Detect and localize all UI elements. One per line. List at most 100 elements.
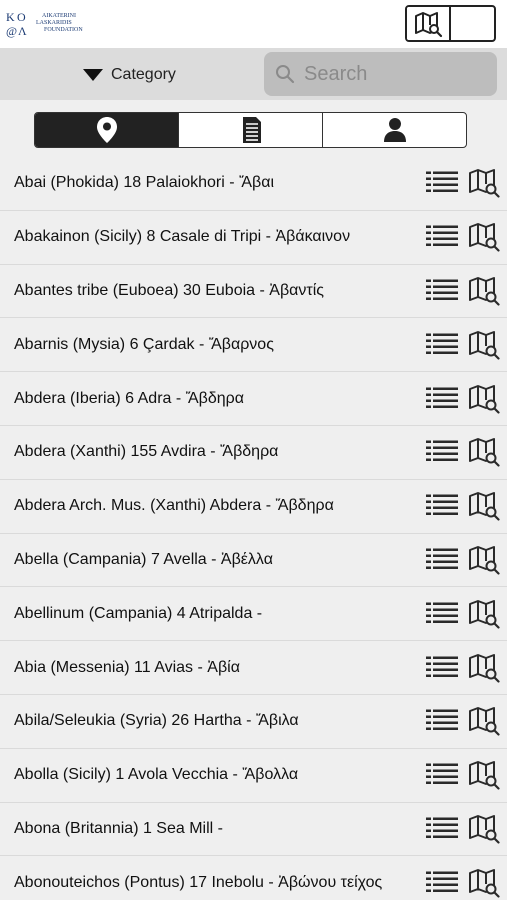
place-label: Abantes tribe (Euboea) 30 Euboia - Ἀβαντ…	[14, 281, 324, 299]
place-row[interactable]: Abonouteichos (Pontus) 17 Inebolu - Ἀβών…	[0, 856, 507, 900]
place-label: Abdera (Iberia) 6 Adra - Ἄβδηρα	[14, 389, 245, 407]
details-button[interactable]	[425, 437, 459, 467]
map-search-icon	[469, 492, 500, 521]
search-input[interactable]	[304, 62, 484, 86]
place-label: Abila/Seleukia (Syria) 26 Hartha - Ἄβιλα	[14, 712, 299, 730]
place-row[interactable]: Abona (Britannia) 1 Sea Mill -	[0, 802, 507, 857]
svg-text:LASKARIDIS: LASKARIDIS	[36, 20, 72, 26]
details-button[interactable]	[425, 330, 459, 360]
map-button[interactable]	[467, 168, 501, 198]
place-label: Abona (Britannia) 1 Sea Mill -	[14, 819, 223, 837]
map-button[interactable]	[467, 706, 501, 736]
map-view-button[interactable]	[407, 7, 451, 40]
details-button[interactable]	[425, 384, 459, 414]
map-search-icon	[469, 384, 500, 414]
map-button[interactable]	[467, 814, 501, 844]
tab-places[interactable]	[35, 113, 179, 147]
place-label: Abakainon (Sicily) 8 Casale di Tripi - Ἀ…	[14, 228, 351, 246]
details-button[interactable]	[425, 599, 459, 629]
details-button[interactable]	[425, 760, 459, 790]
details-button[interactable]	[425, 814, 459, 844]
map-button[interactable]	[467, 276, 501, 306]
place-row[interactable]: Abella (Campania) 7 Avella - Ἀβέλλα	[0, 533, 507, 588]
location-pin-icon	[96, 117, 117, 143]
place-row[interactable]: Abellinum (Campania) 4 Atripalda -	[0, 587, 507, 642]
tab-documents[interactable]	[179, 113, 323, 147]
search-box[interactable]	[264, 52, 497, 96]
place-row[interactable]: Abakainon (Sicily) 8 Casale di Tripi - Ἀ…	[0, 210, 507, 265]
list-icon	[426, 763, 458, 785]
map-button[interactable]	[467, 868, 501, 898]
list-icon	[426, 709, 458, 731]
category-label: Category	[111, 66, 176, 83]
place-label: Abia (Messenia) 11 Avias - Ἀβία	[14, 658, 240, 676]
svg-text:Λ: Λ	[18, 24, 27, 38]
list-icon	[426, 171, 458, 193]
place-row[interactable]: Abila/Seleukia (Syria) 26 Hartha - Ἄβιλα	[0, 694, 507, 749]
list-icon	[426, 440, 458, 462]
view-toggle	[405, 5, 496, 42]
places-list: Abai (Phokida) 18 Palaiokhori - Ἄβαι Aba…	[0, 157, 507, 900]
place-row[interactable]: Abdera Arch. Mus. (Xanthi) Abdera - Ἄβδη…	[0, 479, 507, 534]
list-icon	[426, 871, 458, 892]
details-button[interactable]	[425, 868, 459, 898]
list-icon	[426, 602, 458, 623]
map-button[interactable]	[467, 222, 501, 252]
map-search-icon	[469, 223, 500, 252]
map-search-icon	[469, 330, 500, 360]
place-row[interactable]: Abdera (Xanthi) 155 Avdira - Ἄβδηρα	[0, 425, 507, 480]
svg-text:Ο: Ο	[17, 10, 26, 24]
svg-text:AIKATERINI: AIKATERINI	[42, 13, 76, 19]
category-dropdown[interactable]: Category	[83, 64, 176, 86]
details-button[interactable]	[425, 491, 459, 521]
map-search-icon	[469, 545, 500, 575]
place-row[interactable]: Abdera (Iberia) 6 Adra - Ἄβδηρα	[0, 372, 507, 426]
details-button[interactable]	[425, 276, 459, 306]
svg-text:@: @	[6, 24, 17, 38]
place-label: Abellinum (Campania) 4 Atripalda -	[14, 604, 263, 622]
document-icon	[242, 117, 261, 143]
place-row[interactable]: Abolla (Sicily) 1 Avola Vecchia - Ἄβολλα	[0, 748, 507, 803]
place-label: Abarnis (Mysia) 6 Çardak - Ἄβαρνος	[14, 335, 274, 353]
map-search-icon	[469, 707, 500, 736]
list-icon	[426, 387, 458, 408]
app-header: Κ Ο @ Λ AIKATERINI LASKARIDIS FOUNDATION	[0, 0, 507, 48]
place-label: Abella (Campania) 7 Avella - Ἀβέλλα	[14, 550, 273, 568]
place-row[interactable]: Abarnis (Mysia) 6 Çardak - Ἄβαρνος	[0, 318, 507, 373]
svg-text:Κ: Κ	[6, 10, 15, 24]
place-row[interactable]: Abia (Messenia) 11 Avias - Ἀβία	[0, 641, 507, 695]
place-row[interactable]: Abantes tribe (Euboea) 30 Euboia - Ἀβαντ…	[0, 264, 507, 319]
details-button[interactable]	[425, 706, 459, 736]
map-button[interactable]	[467, 330, 501, 360]
map-button[interactable]	[467, 760, 501, 790]
map-search-icon	[469, 868, 500, 898]
map-button[interactable]	[467, 491, 501, 521]
tab-people[interactable]	[323, 113, 466, 147]
place-row[interactable]: Abai (Phokida) 18 Palaiokhori - Ἄβαι	[0, 157, 507, 211]
place-label: Abai (Phokida) 18 Palaiokhori - Ἄβαι	[14, 174, 275, 192]
details-button[interactable]	[425, 222, 459, 252]
list-icon	[426, 548, 458, 569]
place-label: Abdera (Xanthi) 155 Avdira - Ἄβδηρα	[14, 443, 279, 461]
map-search-icon	[469, 599, 500, 629]
map-button[interactable]	[467, 653, 501, 683]
map-search-icon	[469, 169, 500, 198]
place-label: Abonouteichos (Pontus) 17 Inebolu - Ἀβών…	[14, 873, 383, 891]
map-button[interactable]	[467, 437, 501, 467]
map-search-icon	[469, 276, 500, 306]
logo-graphic: Κ Ο @ Λ AIKATERINI LASKARIDIS FOUNDATION	[6, 10, 83, 38]
map-search-icon	[469, 814, 500, 844]
map-button[interactable]	[467, 545, 501, 575]
map-search-icon	[469, 761, 500, 790]
list-icon	[426, 333, 458, 354]
map-button[interactable]	[467, 599, 501, 629]
foundation-logo[interactable]: Κ Ο @ Λ AIKATERINI LASKARIDIS FOUNDATION	[6, 9, 96, 39]
details-button[interactable]	[425, 545, 459, 575]
details-button[interactable]	[425, 168, 459, 198]
map-button[interactable]	[467, 384, 501, 414]
list-icon	[426, 494, 458, 516]
list-icon	[426, 225, 458, 247]
details-button[interactable]	[425, 653, 459, 683]
list-icon	[426, 656, 458, 677]
map-search-icon	[469, 438, 500, 467]
